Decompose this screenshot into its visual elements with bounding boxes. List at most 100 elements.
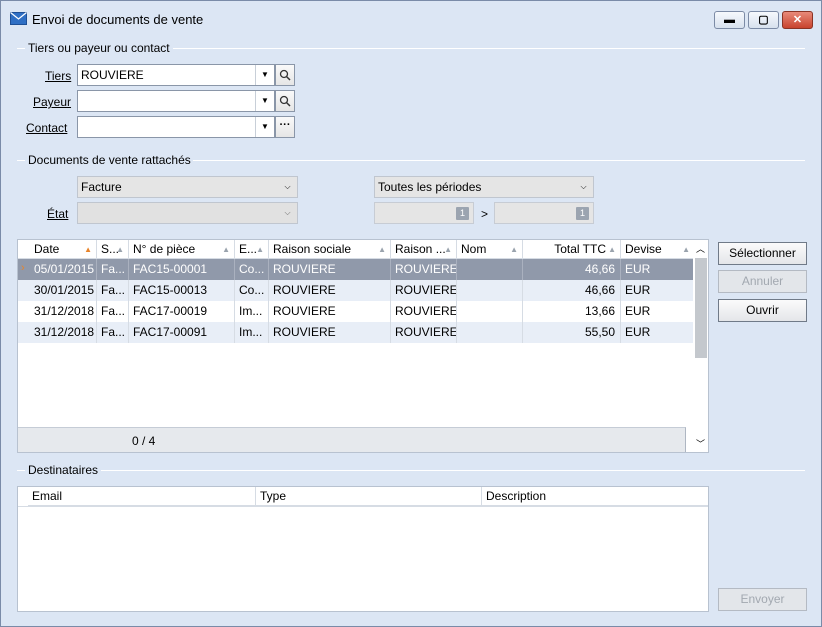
cell-e: Im... [235,301,269,322]
chevron-down-icon[interactable]: ▼ [255,117,274,137]
type-document-select[interactable]: Facture ⌵ [77,176,298,198]
envoyer-button[interactable]: Envoyer [718,588,807,611]
ellipsis-icon: ··· [279,119,291,131]
sort-icon: ▲ [116,245,124,254]
etat-select[interactable]: ⌵ [77,202,298,224]
destinataires-section-divider-left [17,470,25,471]
chevron-down-icon[interactable]: ﹀ [693,437,708,452]
contact-combo[interactable]: ▼ [77,116,275,138]
tiers-combo[interactable]: ROUVIERE ▼ [77,64,275,86]
current-row-indicator-icon: › [21,262,25,274]
column-header-type[interactable]: Type [256,487,482,506]
column-header-devise[interactable]: Devise ▲ [621,240,694,259]
chevron-down-icon[interactable]: ▼ [255,65,274,85]
cell-devise: EUR [625,262,651,276]
cell-s: Fa... [97,301,129,322]
periode-value: Toutes les périodes [378,180,482,194]
table-row[interactable]: 31/12/2018 Fa... FAC17-00019 Im... ROUVI… [18,301,694,322]
docs-section-divider [193,160,805,161]
column-header-email[interactable]: Email [28,487,256,506]
chevron-down-icon[interactable]: ⌵ [278,177,297,197]
tiers-section-title: Tiers ou payeur ou contact [28,41,170,55]
sort-icon: ▲ [222,245,230,254]
destinataires-grid: Email Type Description [17,486,709,612]
grid-header-divider [18,506,708,507]
tiers-search-button[interactable] [275,64,295,86]
column-header-raison[interactable]: Raison ... ▲ [391,240,457,259]
periode-select[interactable]: Toutes les périodes ⌵ [374,176,594,198]
scrollbar-thumb[interactable] [695,258,707,358]
table-row[interactable]: › 05/01/2015 Fa... FAC15-00001 Co... ROU… [18,259,694,280]
vertical-scrollbar[interactable]: ︿ ﹀ [693,240,708,452]
cell-s: Fa... [97,322,129,343]
docs-section-title: Documents de vente rattachés [28,153,191,167]
maximize-button[interactable]: ▢ [748,11,779,29]
table-row[interactable]: 31/12/2018 Fa... FAC17-00091 Im... ROUVI… [18,322,694,343]
date-range-separator: > [481,207,489,221]
search-icon [279,95,291,107]
cell-piece: FAC15-00013 [129,280,235,301]
column-header-piece[interactable]: N° de pièce ▲ [129,240,235,259]
tiers-value: ROUVIERE [81,68,144,82]
search-icon [279,69,291,81]
cell-devise: EUR [625,304,651,318]
date-from-field[interactable]: 1 [374,202,474,224]
title-bar: Envoi de documents de vente ▬ ▢ ✕ [1,1,821,38]
column-header-nom[interactable]: Nom ▲ [457,240,523,259]
cell-date: 30/01/2015 [30,280,97,301]
sort-icon: ▲ [608,245,616,254]
cell-s: Fa... [97,280,129,301]
cell-piece: FAC15-00001 [129,259,235,280]
chevron-down-icon[interactable]: ⌵ [278,203,297,223]
date-to-field[interactable]: 1 [494,202,594,224]
grid-footer: 0 / 4 [18,427,686,452]
ouvrir-button[interactable]: Ouvrir [718,299,807,322]
calendar-icon[interactable]: 1 [456,207,469,220]
etat-label: État [47,207,69,221]
cell-e: Im... [235,322,269,343]
cell-s: Fa... [97,259,129,280]
cell-raison: ROUVIERE [391,301,457,322]
cell-total-ttc: 46,66 [523,280,621,301]
cell-raison: ROUVIERE [391,280,457,301]
tiers-section-divider-left [17,48,25,49]
annuler-button[interactable]: Annuler [718,270,807,293]
cell-devise: EUR [625,325,651,339]
chevron-up-icon[interactable]: ︿ [693,242,708,257]
contact-label: Contact [26,121,68,135]
column-header-s[interactable]: S... ▲ [97,240,129,259]
cell-raison-sociale: ROUVIERE [269,259,391,280]
calendar-icon[interactable]: 1 [576,207,589,220]
table-row[interactable]: 30/01/2015 Fa... FAC15-00013 Co... ROUVI… [18,280,694,301]
sort-icon: ▲ [682,245,690,254]
sort-ascending-icon: ▲ [84,245,92,254]
column-header-total-ttc[interactable]: Total TTC ▲ [523,240,621,259]
column-header-raison-sociale[interactable]: Raison sociale ▲ [269,240,391,259]
close-icon: ✕ [792,14,803,26]
payeur-search-button[interactable] [275,90,295,112]
chevron-down-icon[interactable]: ⌵ [574,177,593,197]
cell-e: Co... [235,259,269,280]
close-button[interactable]: ✕ [782,11,813,29]
sort-icon: ▲ [510,245,518,254]
cell-date: 31/12/2018 [30,301,97,322]
minimize-icon: ▬ [724,14,735,26]
chevron-down-icon[interactable]: ▼ [255,91,274,111]
column-header-e[interactable]: E... ▲ [235,240,269,259]
cell-devise: EUR [625,283,651,297]
sort-icon: ▲ [256,245,264,254]
cell-raison-sociale: ROUVIERE [269,322,391,343]
column-header-date[interactable]: Date ▲ [30,240,97,259]
cell-nom [457,280,523,301]
payeur-combo[interactable]: ▼ [77,90,275,112]
window-title: Envoi de documents de vente [32,12,204,27]
selectionner-button[interactable]: Sélectionner [718,242,807,265]
minimize-button[interactable]: ▬ [714,11,745,29]
column-header-description[interactable]: Description [482,487,708,506]
documents-grid: Date ▲ S... ▲ N° de pièce ▲ E... ▲ Raison so… [17,239,709,453]
envelope-icon [10,12,27,25]
contact-more-button[interactable]: ··· [275,116,295,138]
grid-header: Date ▲ S... ▲ N° de pièce ▲ E... ▲ Raison so… [18,240,694,259]
record-count: 0 / 4 [132,434,156,448]
tiers-section-divider [173,48,805,49]
